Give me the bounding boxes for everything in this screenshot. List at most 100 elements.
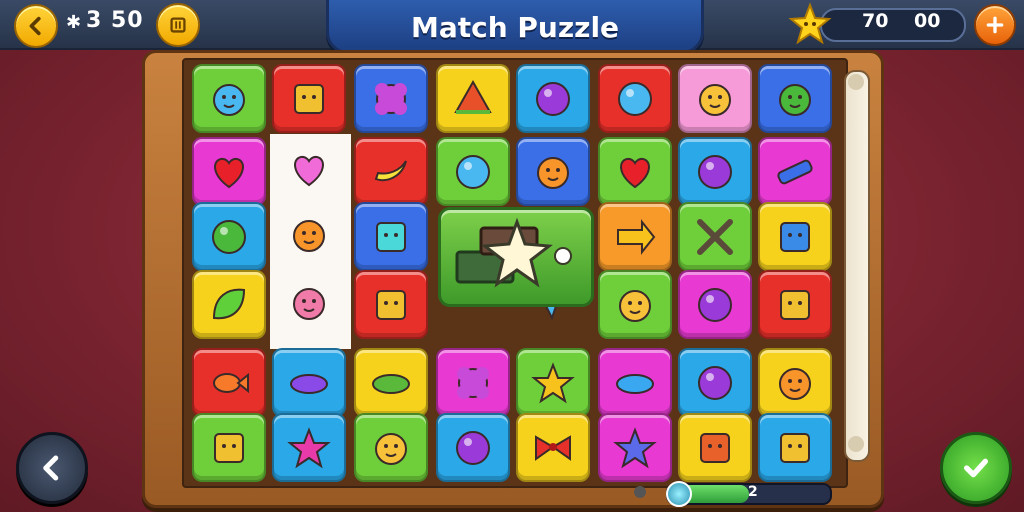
watermelon-slice-icon (454, 79, 492, 114)
tile-blob-pink[interactable] (286, 280, 332, 320)
tile-pickle-green[interactable] (354, 348, 428, 417)
tile-cube-teal[interactable] (354, 202, 428, 271)
tile-orb-purple[interactable] (678, 348, 752, 417)
tile-lemon-yellow[interactable] (678, 64, 752, 133)
confirm-button[interactable] (940, 432, 1012, 504)
tile-block-face-yellow[interactable] (272, 64, 346, 133)
face-orange-icon (779, 367, 811, 400)
back-button-bottom[interactable] (16, 432, 88, 504)
fish-orange-icon (213, 372, 249, 393)
purple-orb-icon (698, 154, 732, 189)
padlock-blue-icon (780, 221, 810, 252)
progress-knob[interactable] (666, 481, 692, 507)
tile-orb-purple[interactable] (436, 413, 510, 482)
tile-crossed-bones[interactable] (678, 202, 752, 271)
back-button[interactable] (14, 4, 58, 48)
tile-leaf-green[interactable] (192, 270, 266, 339)
drum-stack-icon (780, 432, 810, 463)
leaf-green-icon (212, 288, 246, 319)
block-face-yellow-icon (294, 83, 324, 114)
flower-purple-icon (375, 82, 407, 115)
score-value: 70 (862, 10, 889, 32)
tile-cookie-face[interactable] (354, 413, 428, 482)
crossed-bones-icon (697, 218, 733, 255)
tile-jar-face[interactable] (354, 270, 428, 339)
blob-pink-icon (293, 288, 325, 320)
jellybean-purple-icon (290, 373, 328, 394)
flower-purple-icon (457, 366, 489, 399)
jellybean-blue-icon (616, 373, 654, 394)
selected-tile[interactable] (438, 207, 594, 307)
tile-spiky-blue-ball[interactable] (598, 64, 672, 133)
tile-star-pink[interactable] (272, 413, 346, 482)
tile-puffball-purple[interactable] (678, 270, 752, 339)
cookie-face-icon (375, 432, 407, 465)
button-blue-icon (456, 154, 490, 189)
tile-ginger-figure[interactable] (516, 137, 590, 206)
candy-stick-icon (777, 159, 813, 184)
cube-gold-icon (214, 432, 244, 463)
add-button[interactable] (974, 4, 1016, 46)
sparkle-icon: ✱ (66, 12, 82, 33)
balloon-creature-icon (536, 81, 570, 116)
tile-spiky-green-ball[interactable] (192, 202, 266, 271)
chevron-left-icon (43, 455, 59, 481)
tile-heart-pink[interactable] (286, 147, 332, 187)
score-box (820, 8, 966, 42)
chevron-left-icon (29, 16, 41, 36)
cube-teal-icon (376, 221, 406, 252)
puffball-purple-icon (698, 287, 732, 322)
tile-gift-box[interactable] (678, 413, 752, 482)
tile-face-orange[interactable] (758, 348, 832, 417)
tile-hat-face[interactable] (598, 270, 672, 339)
tile-arrow-orange[interactable] (598, 202, 672, 271)
scroll-down-button[interactable] (848, 436, 864, 452)
tile-banana-yellow[interactable] (354, 137, 428, 206)
tile-fish-orange[interactable] (192, 348, 266, 417)
tile-star-yellow[interactable] (516, 348, 590, 417)
scroll-up-button[interactable] (848, 74, 864, 90)
gem-blue-purple-icon (213, 83, 245, 116)
tile-star-blue[interactable] (598, 413, 672, 482)
tile-lantern-face[interactable] (758, 270, 832, 339)
tile-blob-orange[interactable] (286, 212, 332, 252)
bow-red-icon (535, 434, 571, 461)
pause-button[interactable] (156, 3, 200, 47)
arrow-orange-icon (617, 218, 656, 255)
tile-jellybean-blue[interactable] (598, 348, 672, 417)
checkmark-icon (964, 458, 988, 478)
tile-jellybean-purple[interactable] (272, 348, 346, 417)
heart-red-icon (620, 157, 650, 188)
tile-button-blue[interactable] (436, 137, 510, 206)
progress-value: 2 (748, 484, 758, 500)
pause-icon (170, 17, 186, 33)
tile-sun-face-green[interactable] (758, 64, 832, 133)
tile-purple-orb[interactable] (678, 137, 752, 206)
tile-balloon-creature[interactable] (516, 64, 590, 133)
tile-gem-blue-purple[interactable] (192, 64, 266, 133)
tile-candy-stick[interactable] (758, 137, 832, 206)
title-plate: Match Puzzle (326, 0, 704, 54)
moves-counter: 3 50 (86, 8, 144, 33)
tile-flower-purple[interactable] (354, 64, 428, 133)
tile-heart-red[interactable] (598, 137, 672, 206)
heart-pink-icon (294, 155, 324, 187)
pickle-green-icon (372, 373, 410, 394)
treasure-star-icon (455, 217, 572, 288)
sun-face-green-icon (779, 83, 811, 116)
ginger-figure-icon (537, 156, 569, 189)
tile-watermelon-slice[interactable] (436, 64, 510, 133)
tile-drum-stack[interactable] (758, 413, 832, 482)
blob-orange-icon (293, 220, 325, 252)
tile-heart-red[interactable] (192, 137, 266, 206)
scrollbar[interactable] (844, 70, 870, 462)
star-icon (788, 2, 832, 45)
heart-red-icon (214, 157, 244, 188)
tile-bow-red[interactable] (516, 413, 590, 482)
tile-padlock-blue[interactable] (758, 202, 832, 271)
tile-cube-gold[interactable] (192, 413, 266, 482)
orb-purple-icon (698, 365, 732, 400)
lemon-yellow-icon (699, 83, 731, 116)
spiky-green-ball-icon (212, 219, 246, 254)
tile-flower-purple[interactable] (436, 348, 510, 417)
